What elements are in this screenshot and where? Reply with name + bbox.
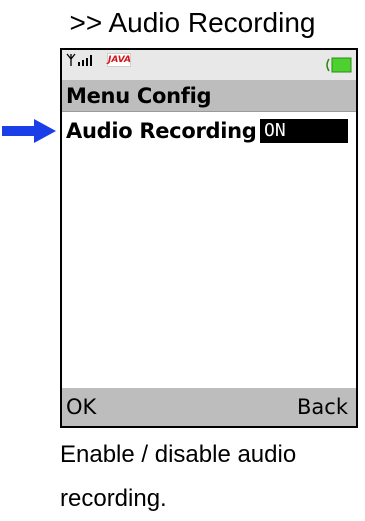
java-icon: JAVA xyxy=(107,53,132,67)
audio-recording-label: Audio Recording xyxy=(66,119,257,143)
pointer-arrow-icon xyxy=(2,119,56,143)
caption-description-line-2: recording. xyxy=(60,485,167,512)
phone-screen: JAVA Menu Config Audio Recording ✦ ON OK… xyxy=(60,48,358,428)
softkey-bar: OK Back xyxy=(62,388,356,426)
battery-icon xyxy=(326,57,352,73)
audio-recording-value-select[interactable]: ON xyxy=(260,119,348,143)
ok-softkey[interactable]: OK xyxy=(66,395,96,419)
menu-header: Menu Config xyxy=(62,80,356,112)
signal-strength-icon xyxy=(66,53,92,66)
menu-row-audio-recording[interactable]: Audio Recording ✦ ON xyxy=(62,116,356,146)
menu-title: Menu Config xyxy=(66,84,212,108)
caption-description-line-1: Enable / disable audio xyxy=(60,441,297,468)
caption-description: Enable / disable audio recording. xyxy=(60,433,360,521)
caption-title: >> Audio Recording xyxy=(69,7,316,38)
back-softkey[interactable]: Back xyxy=(297,395,348,419)
status-bar: JAVA xyxy=(62,50,356,80)
